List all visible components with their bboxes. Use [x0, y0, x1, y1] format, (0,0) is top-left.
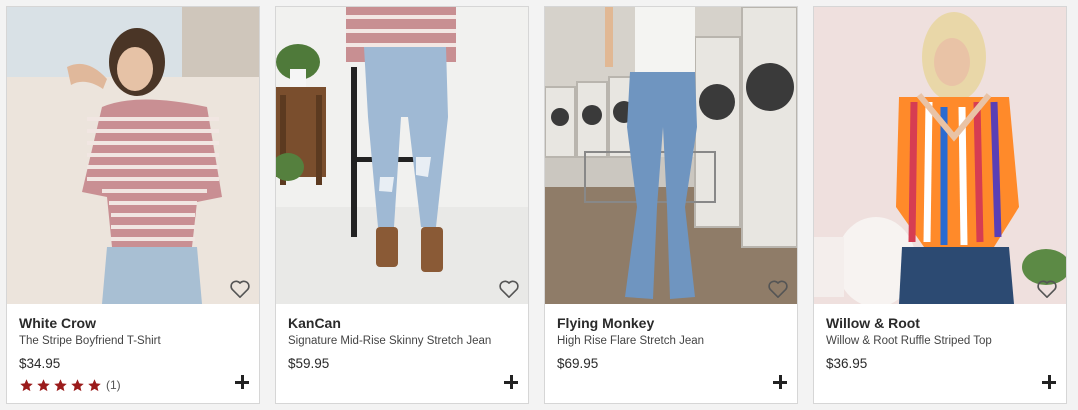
product-card[interactable]: Willow & Root Willow & Root Ruffle Strip…: [813, 6, 1067, 404]
star-icon: [88, 378, 101, 391]
product-info: Willow & Root Willow & Root Ruffle Strip…: [826, 313, 1054, 403]
heart-icon[interactable]: [767, 279, 789, 299]
product-image[interactable]: [545, 7, 797, 304]
product-info: White Crow The Stripe Boyfriend T-Shirt …: [19, 313, 247, 403]
product-price: $34.95: [19, 356, 61, 371]
product-name[interactable]: High Rise Flare Stretch Jean: [557, 334, 785, 349]
product-name[interactable]: The Stripe Boyfriend T-Shirt: [19, 334, 247, 349]
product-info: Flying Monkey High Rise Flare Stretch Je…: [557, 313, 785, 403]
star-icon: [54, 378, 67, 391]
product-name[interactable]: Signature Mid-Rise Skinny Stretch Jean: [288, 334, 516, 349]
plus-icon[interactable]: [773, 375, 787, 389]
star-icon: [20, 378, 33, 391]
product-price: $36.95: [826, 356, 868, 371]
star-icon: [37, 378, 50, 391]
product-card[interactable]: KanCan Signature Mid-Rise Skinny Stretch…: [275, 6, 529, 404]
product-brand[interactable]: Flying Monkey: [557, 315, 785, 332]
star-icon: [71, 378, 84, 391]
product-name[interactable]: Willow & Root Ruffle Striped Top: [826, 334, 1054, 349]
product-grid: White Crow The Stripe Boyfriend T-Shirt …: [0, 0, 1078, 410]
product-card[interactable]: White Crow The Stripe Boyfriend T-Shirt …: [6, 6, 260, 404]
product-image[interactable]: [276, 7, 528, 304]
plus-icon[interactable]: [235, 375, 249, 389]
product-rating[interactable]: (1): [19, 377, 247, 393]
product-brand[interactable]: Willow & Root: [826, 315, 1054, 332]
product-info: KanCan Signature Mid-Rise Skinny Stretch…: [288, 313, 516, 403]
rating-count: (1): [106, 378, 121, 392]
plus-icon[interactable]: [504, 375, 518, 389]
product-price: $69.95: [557, 356, 599, 371]
product-image[interactable]: [7, 7, 259, 304]
product-image[interactable]: [814, 7, 1066, 304]
heart-icon[interactable]: [1036, 279, 1058, 299]
plus-icon[interactable]: [1042, 375, 1056, 389]
product-brand[interactable]: KanCan: [288, 315, 516, 332]
heart-icon[interactable]: [229, 279, 251, 299]
product-price: $59.95: [288, 356, 330, 371]
product-brand[interactable]: White Crow: [19, 315, 247, 332]
heart-icon[interactable]: [498, 279, 520, 299]
product-card[interactable]: Flying Monkey High Rise Flare Stretch Je…: [544, 6, 798, 404]
